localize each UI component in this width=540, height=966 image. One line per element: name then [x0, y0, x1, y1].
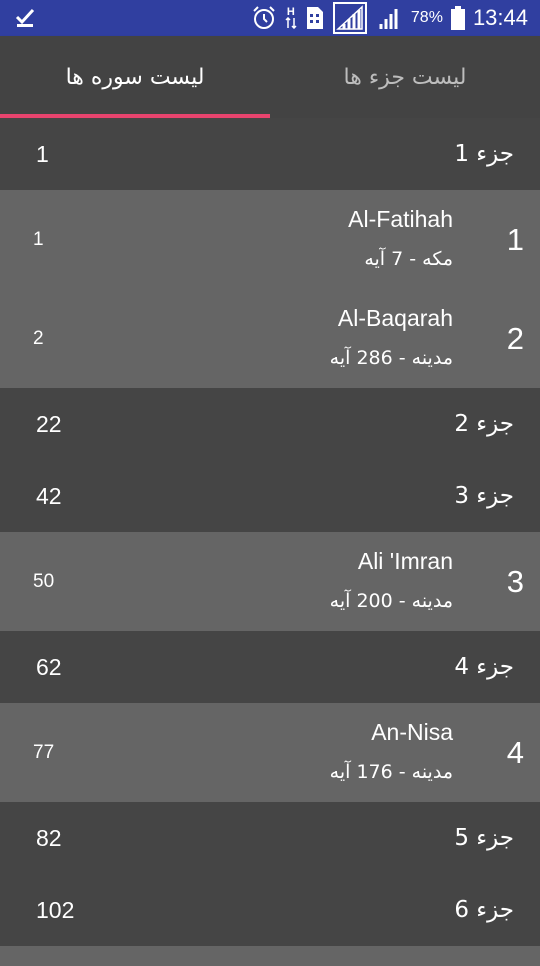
surah-name: Ali 'Imran: [357, 548, 453, 574]
juz-label: جزء 1: [454, 141, 514, 167]
battery-percent: 78%: [410, 9, 443, 26]
alarm-icon: [251, 5, 277, 31]
sim-icon: [305, 5, 325, 31]
list-item-juz[interactable]: جزء 5 82: [0, 802, 540, 874]
juz-label: جزء 6: [454, 897, 514, 923]
list-item-juz[interactable]: جزء 6 102: [0, 874, 540, 946]
status-time: 13:44: [472, 5, 528, 30]
status-bar: H 78% 13:44: [0, 0, 540, 36]
page-number: 50: [33, 570, 55, 592]
checkmark-icon: [14, 6, 36, 28]
surah-info: مدینه - 286 آیه: [329, 347, 453, 369]
page-number: 62: [36, 653, 62, 680]
surah-number: 2: [506, 320, 524, 356]
surah-number: 3: [506, 563, 524, 599]
page-number: 22: [36, 410, 62, 437]
surah-info: مدینه - 176 آیه: [329, 761, 453, 783]
list-item-surah-partial[interactable]: [0, 946, 540, 966]
network-type-label: H: [286, 6, 295, 18]
list-item-juz[interactable]: جزء 2 22: [0, 388, 540, 460]
tab-surah-list[interactable]: لیست سوره ها: [0, 36, 270, 118]
list-item-juz[interactable]: جزء 4 62: [0, 631, 540, 703]
battery-icon: [450, 6, 465, 30]
page-number: 42: [36, 482, 62, 509]
page-number: 102: [36, 896, 75, 923]
juz-label: جزء 4: [454, 654, 514, 680]
list-item-surah[interactable]: 1 Al-Fatihah مکه - 7 آیه 1: [0, 190, 540, 289]
data-arrows-icon: H: [285, 7, 297, 29]
signal-icon: [375, 5, 403, 31]
surah-info: مکه - 7 آیه: [364, 248, 453, 270]
surah-number: 1: [506, 221, 524, 257]
tab-bar: لیست جزء ها لیست سوره ها: [0, 36, 540, 118]
list-item-surah[interactable]: 2 Al-Baqarah مدینه - 286 آیه 2: [0, 289, 540, 388]
surah-name: An-Nisa: [371, 719, 453, 745]
list-item-surah[interactable]: 4 An-Nisa مدینه - 176 آیه 77: [0, 703, 540, 802]
page-number: 77: [33, 741, 55, 763]
juz-label: جزء 5: [454, 825, 514, 851]
surah-name: Al-Fatihah: [348, 206, 453, 232]
page-number: 82: [36, 824, 62, 851]
juz-label: جزء 3: [454, 483, 514, 509]
signal-icon: [332, 2, 367, 34]
list-item-juz[interactable]: جزء 1 1: [0, 118, 540, 190]
content-list: جزء 1 1 1 Al-Fatihah مکه - 7 آیه 1 2 Al-…: [0, 118, 540, 966]
page-number: 1: [36, 140, 49, 167]
page-number: 1: [33, 228, 44, 250]
surah-name: Al-Baqarah: [337, 305, 453, 331]
tab-juz-list[interactable]: لیست جزء ها: [270, 36, 540, 118]
juz-label: جزء 2: [454, 411, 514, 437]
surah-number: 4: [506, 734, 524, 770]
list-item-surah[interactable]: 3 Ali 'Imran مدینه - 200 آیه 50: [0, 532, 540, 631]
page-number: 2: [33, 327, 44, 349]
surah-info: مدینه - 200 آیه: [329, 590, 453, 612]
list-item-juz[interactable]: جزء 3 42: [0, 460, 540, 532]
